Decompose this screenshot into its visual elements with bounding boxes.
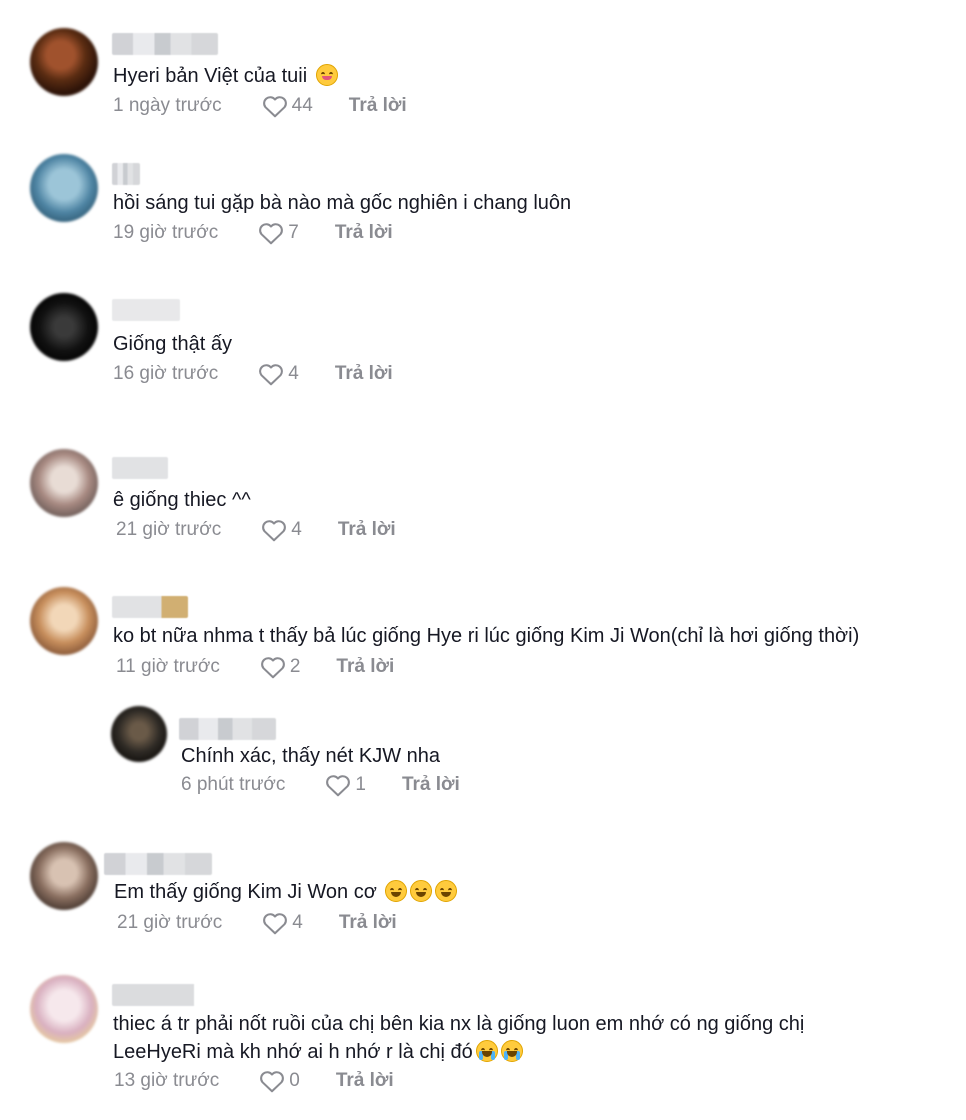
reply-button[interactable]: Trả lời (335, 363, 393, 385)
comment-meta: 16 giờ trước 4 Trả lời (113, 362, 393, 386)
avatar[interactable] (30, 28, 98, 96)
reply-button[interactable]: Trả lời (338, 519, 396, 541)
username[interactable] (112, 163, 140, 185)
grinning-face-icon (435, 880, 458, 902)
like-button[interactable]: 44 (262, 94, 313, 118)
like-count: 0 (289, 1070, 300, 1091)
comment-meta: 1 ngày trước 44 Trả lời (113, 94, 407, 118)
comment-meta: 11 giờ trước 2 Trả lời (116, 655, 394, 679)
timestamp: 21 giờ trước (116, 519, 222, 540)
comment-meta: 19 giờ trước 7 Trả lời (113, 221, 393, 245)
like-count: 4 (291, 519, 302, 540)
comment-text: Giống thật ấy (113, 333, 232, 355)
username[interactable] (104, 853, 212, 875)
heart-outline-icon (260, 1071, 285, 1093)
comment-text: ê giống thiec ^^ (113, 489, 251, 511)
like-count: 4 (292, 912, 303, 933)
comment-text: hồi sáng tui gặp bà nào mà gốc nghiên i … (113, 192, 572, 214)
like-button[interactable]: 2 (260, 655, 301, 679)
comment-text: Em thấy giống Kim Ji Won cơ (114, 878, 458, 907)
username[interactable] (112, 299, 180, 321)
avatar[interactable] (30, 293, 98, 361)
grinning-face-icon (410, 880, 433, 902)
heart-outline-icon (263, 913, 288, 935)
username[interactable] (112, 33, 218, 55)
like-button[interactable]: 4 (258, 362, 299, 386)
timestamp: 1 ngày trước (113, 95, 222, 116)
heart-outline-icon (262, 520, 287, 542)
comment-meta: 13 giờ trước 0 Trả lời (114, 1069, 394, 1093)
like-count: 4 (288, 363, 299, 384)
heart-outline-icon (260, 657, 285, 679)
timestamp: 19 giờ trước (113, 222, 219, 243)
like-count: 2 (289, 656, 301, 677)
reply-button[interactable]: Trả lời (335, 222, 393, 244)
username[interactable] (112, 984, 276, 1006)
avatar[interactable] (30, 842, 98, 910)
loudly-crying-face-icon (500, 1040, 523, 1062)
comment-text: Hyeri bản Việt của tuii (113, 62, 338, 91)
loudly-crying-face-icon (475, 1040, 498, 1062)
username[interactable] (112, 457, 168, 479)
avatar[interactable] (30, 449, 98, 517)
like-count: 44 (291, 95, 313, 116)
reply-button[interactable]: Trả lời (402, 774, 460, 796)
reply-button[interactable]: Trả lời (336, 1070, 394, 1092)
reply-button[interactable]: Trả lời (336, 656, 394, 678)
comment-text: LeeHyeRi mà kh nhớ ai h nhớ r là chị đó (113, 1038, 523, 1067)
comment-text: thiec á tr phải nốt ruồi của chị bên kia… (113, 1013, 805, 1035)
like-count: 1 (355, 774, 366, 795)
timestamp: 11 giờ trước (116, 656, 220, 677)
heart-outline-icon (259, 364, 284, 386)
timestamp: 13 giờ trước (114, 1070, 220, 1091)
like-button[interactable]: 4 (262, 911, 303, 935)
username[interactable] (112, 596, 188, 618)
comment-meta: 6 phút trước 1 Trả lời (181, 773, 460, 797)
heart-outline-icon (262, 96, 287, 118)
like-button[interactable]: 7 (258, 221, 299, 245)
avatar[interactable] (30, 975, 98, 1043)
like-count: 7 (288, 222, 299, 243)
grinning-face-icon (385, 880, 408, 902)
comment-meta: 21 giờ trước 4 Trả lời (117, 911, 397, 935)
avatar[interactable] (30, 154, 98, 222)
reply-button[interactable]: Trả lời (339, 912, 397, 934)
heart-outline-icon (259, 223, 284, 245)
avatar[interactable] (30, 587, 98, 655)
reply-button[interactable]: Trả lời (349, 95, 407, 117)
comment-text: Chính xác, thấy nét KJW nha (181, 745, 441, 767)
heart-outline-icon (326, 775, 351, 797)
like-button[interactable]: 1 (325, 773, 366, 797)
like-button[interactable]: 0 (259, 1069, 300, 1093)
face-savoring-food-icon (315, 64, 338, 86)
avatar[interactable] (111, 706, 167, 762)
comment-meta: 21 giờ trước 4 Trả lời (116, 518, 396, 542)
username[interactable] (179, 718, 276, 740)
comment-text: ko bt nữa nhma t thấy bả lúc giống Hye r… (113, 625, 860, 647)
timestamp: 21 giờ trước (117, 912, 223, 933)
like-button[interactable]: 4 (261, 518, 302, 542)
timestamp: 16 giờ trước (113, 363, 219, 384)
timestamp: 6 phút trước (181, 774, 286, 795)
